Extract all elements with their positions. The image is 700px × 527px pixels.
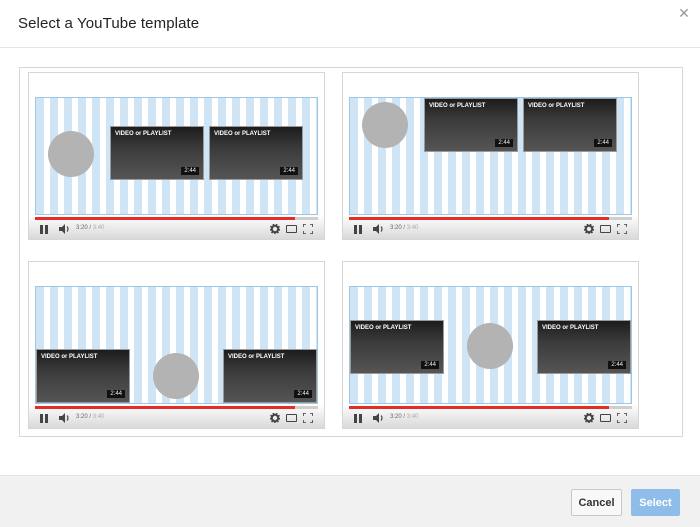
template-card-3[interactable]: VIDEO or PLAYLIST 2:44 VIDEO or PLAYLIST… <box>28 261 325 429</box>
volume-icon <box>373 224 383 234</box>
gear-icon <box>270 224 280 234</box>
video-element: VIDEO or PLAYLIST 2:44 <box>424 98 518 152</box>
dialog-header: Select a YouTube template ✕ <box>0 0 700 48</box>
template-gallery: VIDEO or PLAYLIST 2:44 VIDEO or PLAYLIST… <box>19 67 683 437</box>
captions-icon <box>600 225 611 233</box>
template-card-4[interactable]: VIDEO or PLAYLIST 2:44 VIDEO or PLAYLIST… <box>342 261 639 429</box>
volume-icon <box>59 413 69 423</box>
video-element: VIDEO or PLAYLIST 2:44 <box>36 349 130 403</box>
video-duration: 2:44 <box>608 361 626 369</box>
captions-icon <box>286 225 297 233</box>
captions-icon <box>600 414 611 422</box>
video-title: VIDEO or PLAYLIST <box>429 103 486 109</box>
subscribe-circle <box>48 131 94 177</box>
select-button[interactable]: Select <box>631 489 680 516</box>
close-icon[interactable]: ✕ <box>677 6 691 20</box>
player-controls: 3:20 / 3:40 <box>343 404 638 428</box>
end-screen-preview: VIDEO or PLAYLIST 2:44 VIDEO or PLAYLIST… <box>349 286 632 404</box>
video-element: VIDEO or PLAYLIST 2:44 <box>537 320 631 374</box>
video-element: VIDEO or PLAYLIST 2:44 <box>209 126 303 180</box>
player-controls: 3:20 / 3:40 <box>29 215 324 239</box>
template-card-2[interactable]: VIDEO or PLAYLIST 2:44 VIDEO or PLAYLIST… <box>342 72 639 240</box>
fullscreen-icon <box>303 413 313 423</box>
video-title: VIDEO or PLAYLIST <box>228 354 285 360</box>
video-duration: 2:44 <box>495 139 513 147</box>
video-duration: 2:44 <box>294 390 312 398</box>
video-title: VIDEO or PLAYLIST <box>355 325 412 331</box>
gear-icon <box>584 224 594 234</box>
end-screen-preview: VIDEO or PLAYLIST 2:44 VIDEO or PLAYLIST… <box>349 97 632 215</box>
video-title: VIDEO or PLAYLIST <box>542 325 599 331</box>
volume-icon <box>59 224 69 234</box>
progress-bar <box>35 406 318 409</box>
video-duration: 2:44 <box>421 361 439 369</box>
video-title: VIDEO or PLAYLIST <box>214 131 271 137</box>
time-display: 3:20 / 3:40 <box>390 225 419 231</box>
fullscreen-icon <box>617 413 627 423</box>
video-title: VIDEO or PLAYLIST <box>528 103 585 109</box>
video-element: VIDEO or PLAYLIST 2:44 <box>523 98 617 152</box>
video-element: VIDEO or PLAYLIST 2:44 <box>223 349 317 403</box>
pause-icon <box>354 225 362 234</box>
video-duration: 2:44 <box>594 139 612 147</box>
video-title: VIDEO or PLAYLIST <box>115 131 172 137</box>
gear-icon <box>584 413 594 423</box>
dialog-footer: Cancel Select <box>0 475 700 527</box>
dialog-title: Select a YouTube template <box>18 15 200 32</box>
end-screen-preview: VIDEO or PLAYLIST 2:44 VIDEO or PLAYLIST… <box>35 286 318 404</box>
video-duration: 2:44 <box>107 390 125 398</box>
progress-bar <box>349 406 632 409</box>
pause-icon <box>40 414 48 423</box>
subscribe-circle <box>153 353 199 399</box>
time-display: 3:20 / 3:40 <box>76 414 105 420</box>
pause-icon <box>40 225 48 234</box>
video-duration: 2:44 <box>181 167 199 175</box>
video-title: VIDEO or PLAYLIST <box>41 354 98 360</box>
progress-bar <box>35 217 318 220</box>
time-display: 3:20 / 3:40 <box>390 414 419 420</box>
player-controls: 3:20 / 3:40 <box>29 404 324 428</box>
fullscreen-icon <box>303 224 313 234</box>
video-element: VIDEO or PLAYLIST 2:44 <box>110 126 204 180</box>
pause-icon <box>354 414 362 423</box>
player-controls: 3:20 / 3:40 <box>343 215 638 239</box>
fullscreen-icon <box>617 224 627 234</box>
youtube-template-dialog: Select a YouTube template ✕ VIDEO or PLA… <box>0 0 700 527</box>
progress-bar <box>349 217 632 220</box>
subscribe-circle <box>362 102 408 148</box>
video-element: VIDEO or PLAYLIST 2:44 <box>350 320 444 374</box>
volume-icon <box>373 413 383 423</box>
cancel-button[interactable]: Cancel <box>571 489 622 516</box>
video-duration: 2:44 <box>280 167 298 175</box>
end-screen-preview: VIDEO or PLAYLIST 2:44 VIDEO or PLAYLIST… <box>35 97 318 215</box>
template-card-1[interactable]: VIDEO or PLAYLIST 2:44 VIDEO or PLAYLIST… <box>28 72 325 240</box>
gear-icon <box>270 413 280 423</box>
time-display: 3:20 / 3:40 <box>76 225 105 231</box>
captions-icon <box>286 414 297 422</box>
subscribe-circle <box>467 323 513 369</box>
